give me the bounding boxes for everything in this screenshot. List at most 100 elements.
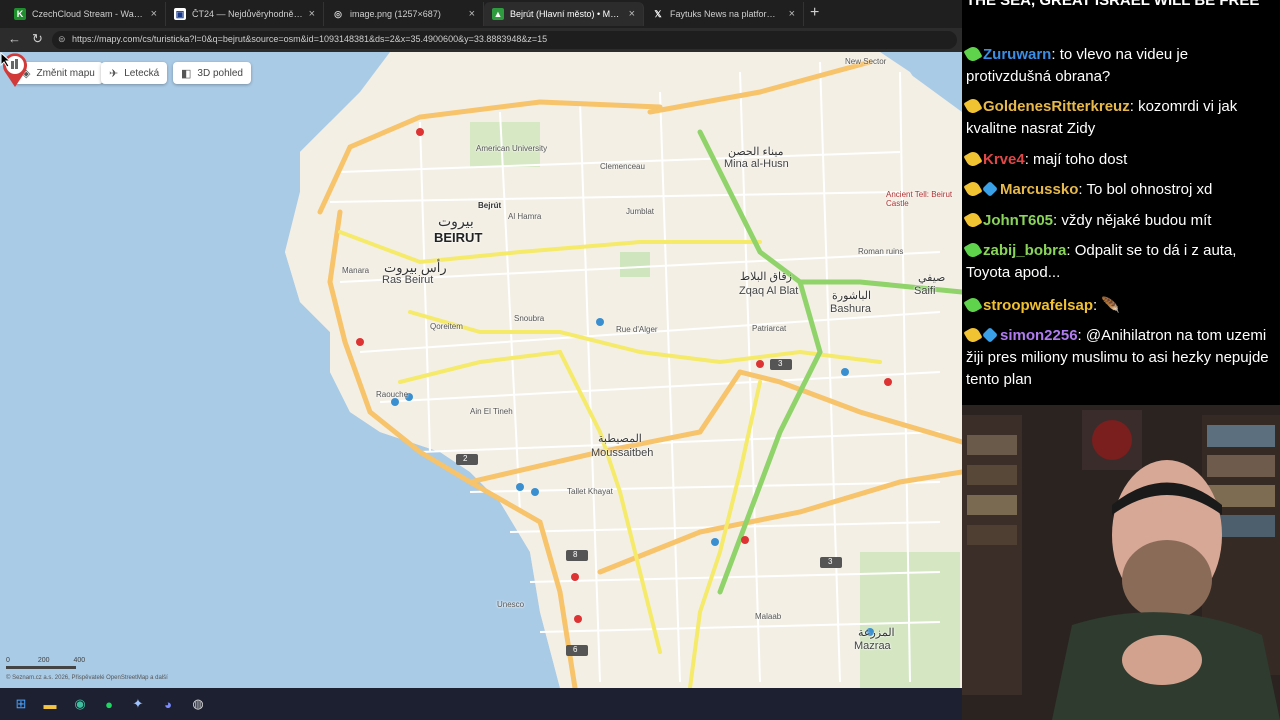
url-field[interactable]: ⊜ https://mapy.com/cs/turisticka?l=0&q=b… bbox=[52, 31, 957, 49]
moussaitbeh-label: Moussaitbeh bbox=[591, 447, 654, 459]
back-icon[interactable]: ← bbox=[8, 31, 21, 46]
feather-emote-icon: 🪶 bbox=[1101, 297, 1121, 314]
route-2-label: 2 bbox=[463, 454, 468, 463]
sub-badge-icon bbox=[963, 149, 983, 169]
edge-browser-icon[interactable]: ◉ bbox=[70, 694, 90, 714]
jumblat-label: Jumblat bbox=[626, 207, 655, 216]
screen: K CzechCloud Stream - Watch Live o... × … bbox=[0, 0, 1280, 720]
clemenceau-label: Clemenceau bbox=[600, 162, 645, 171]
close-tab-icon[interactable]: × bbox=[629, 8, 635, 20]
mapy-icon: ▲ bbox=[492, 8, 504, 20]
chat-message: Krve4: mají toho dost bbox=[963, 149, 1276, 171]
close-tab-icon[interactable]: × bbox=[309, 8, 315, 20]
ancient-tell-label: Ancient Tell: Beirut Castle bbox=[886, 190, 953, 208]
chat-message: zabij_bobra: Odpalit se to dá i z auta, … bbox=[963, 240, 1276, 284]
zqaq-label: Zqaq Al Blat bbox=[739, 285, 799, 297]
ct24-icon: ▣ bbox=[174, 8, 186, 20]
ain-tineh-label: Ain El Tineh bbox=[470, 407, 513, 416]
sub-badge-icon bbox=[963, 44, 983, 64]
discord-icon[interactable]: ◕ bbox=[158, 694, 178, 714]
spotify-icon[interactable]: ● bbox=[99, 694, 119, 714]
steam-icon[interactable]: ✦ bbox=[128, 694, 148, 714]
bashura-label: Bashura bbox=[830, 303, 871, 315]
moussaitbeh-arabic-label: المصيطبة bbox=[598, 433, 642, 445]
route-8-label: 8 bbox=[573, 550, 578, 559]
chat-message: Zuruwarn: to vlevo na videu je protivzdu… bbox=[963, 44, 1276, 88]
webcam-feed bbox=[962, 405, 1280, 720]
tallet-khayat-label: Tallet Khayat bbox=[567, 487, 613, 496]
american-university-label: American University bbox=[476, 144, 548, 153]
sub-badge-icon bbox=[963, 210, 983, 230]
diamond-badge-icon bbox=[982, 327, 998, 343]
rue-alger-label: Rue d'Alger bbox=[616, 325, 658, 334]
route-3-label: 3 bbox=[778, 359, 783, 368]
saifi-arabic-label: صيفي bbox=[918, 272, 946, 284]
qoreitem-label: Qoreitem bbox=[430, 322, 463, 331]
cube-icon: ◧ bbox=[181, 67, 192, 80]
ras-beirut-label: Ras Beirut bbox=[382, 274, 434, 286]
scale-bar-line bbox=[6, 666, 76, 669]
address-bar: ← ↻ ⊜ https://mapy.com/cs/turisticka?l=0… bbox=[0, 28, 962, 52]
bashura-arabic-label: الباشورة bbox=[832, 290, 872, 302]
windows-start-icon[interactable]: ⊞ bbox=[11, 694, 31, 714]
snoubra-label: Snoubra bbox=[514, 314, 545, 323]
mouse-cursor-icon bbox=[0, 52, 12, 68]
beirut-arabic-label: بيروت bbox=[438, 213, 474, 229]
close-tab-icon[interactable]: × bbox=[151, 8, 157, 20]
chat-message: Marcussko: To bol ohnostroj xd bbox=[963, 179, 1276, 201]
malaab-label: Malaab bbox=[755, 612, 782, 621]
close-tab-icon[interactable]: × bbox=[789, 8, 795, 20]
chat-message: GoldenesRitterkreuz: kozomrdi vi jak kva… bbox=[963, 96, 1276, 140]
patriarcat-label: Patriarcat bbox=[752, 324, 787, 333]
mazraa-arabic-label: المزرعة bbox=[858, 627, 895, 639]
tab-x[interactable]: 𝕏 Faytuks News na platformě X: „BRE... × bbox=[644, 2, 804, 26]
taskbar: ⊞ ▬ ◉ ● ✦ ◕ ◍ bbox=[0, 688, 962, 720]
chat-panel: THE SEA, GREAT ISRAEL WILL BE FREE Zuruw… bbox=[962, 0, 1280, 405]
3d-view-button[interactable]: ◧ 3D pohled bbox=[173, 62, 251, 84]
tab-mapy[interactable]: ▲ Bejrút (Hlavní město) • Mapy.com × bbox=[484, 2, 644, 26]
map-canvas[interactable]: ◈ Změnit mapu ✈ Letecká ◧ 3D pohled Bejr… bbox=[0, 52, 962, 688]
tab-czechcloud[interactable]: K CzechCloud Stream - Watch Live o... × bbox=[6, 2, 166, 26]
hamra-label: Al Hamra bbox=[508, 212, 542, 221]
file-explorer-icon[interactable]: ▬ bbox=[40, 694, 60, 714]
tab-image[interactable]: ◎ image.png (1257×687) × bbox=[324, 2, 484, 26]
route-3b-label: 3 bbox=[828, 557, 833, 566]
zqaq-arabic-label: زقاق البلاط bbox=[740, 271, 792, 283]
site-info-icon[interactable]: ⊜ bbox=[58, 34, 66, 45]
aerial-button[interactable]: ✈ Letecká bbox=[101, 62, 168, 84]
raouche-label: Raouche bbox=[376, 390, 409, 399]
mazraa-label: Mazraa bbox=[854, 640, 891, 652]
sub-badge-icon bbox=[963, 295, 983, 315]
route-6-label: 6 bbox=[573, 645, 578, 654]
tab-bar: K CzechCloud Stream - Watch Live o... × … bbox=[0, 0, 962, 28]
czechcloud-icon: K bbox=[14, 8, 26, 20]
reload-icon[interactable]: ↻ bbox=[32, 31, 43, 47]
mina-label: Mina al-Husn bbox=[724, 158, 789, 170]
browser-window: K CzechCloud Stream - Watch Live o... × … bbox=[0, 0, 962, 688]
map-attribution[interactable]: © Seznam.cz a.s. 2026, Přispěvatelé Open… bbox=[6, 675, 168, 681]
globe-icon: ◎ bbox=[334, 8, 342, 19]
sub-badge-icon bbox=[963, 240, 983, 260]
sub-badge-icon bbox=[963, 325, 983, 345]
saifi-label: Saifi bbox=[914, 285, 936, 297]
plane-icon: ✈ bbox=[109, 67, 119, 80]
roman-ruins-label: Roman ruins bbox=[858, 247, 904, 256]
chat-previous-line: THE SEA, GREAT ISRAEL WILL BE FREE bbox=[966, 0, 1260, 9]
sub-badge-icon bbox=[963, 179, 983, 199]
tab-ct24[interactable]: ▣ ČT24 — Nejdůvěryhodnější zpravo... × bbox=[166, 2, 324, 26]
unesco-label: Unesco bbox=[497, 600, 525, 609]
chat-message: stroopwafelsap: 🪶 bbox=[963, 295, 1276, 317]
park-green bbox=[620, 252, 650, 277]
manara-label: Manara bbox=[342, 266, 370, 275]
close-tab-icon[interactable]: × bbox=[469, 8, 475, 20]
diamond-badge-icon bbox=[982, 181, 998, 197]
obs-icon[interactable]: ◍ bbox=[188, 694, 208, 714]
sub-badge-icon bbox=[963, 96, 983, 116]
chat-message: JohnT605: vždy nějaké budou mít bbox=[963, 210, 1276, 232]
new-tab-button[interactable]: + bbox=[810, 4, 819, 22]
webcam-image bbox=[962, 405, 1280, 720]
chat-message: simon2256: @Anihilatron na tom uzemi žij… bbox=[963, 325, 1276, 391]
x-logo-icon: 𝕏 bbox=[654, 8, 662, 19]
mina-arabic-label: ميناء الحصن bbox=[728, 146, 784, 158]
beirut-label: BEIRUT bbox=[434, 230, 483, 245]
